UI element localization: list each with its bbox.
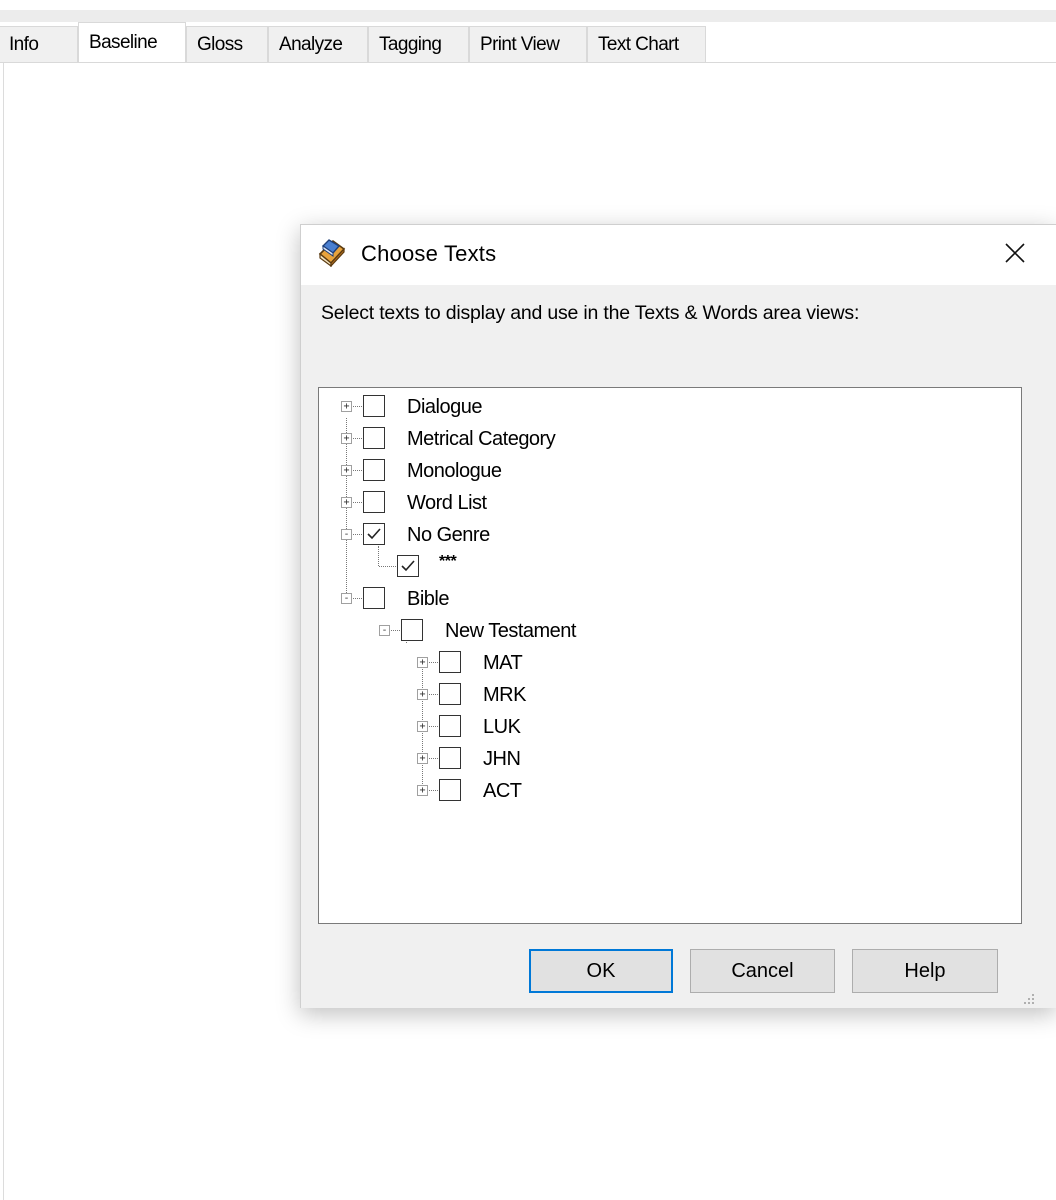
tree-node-label: MAT xyxy=(483,652,523,674)
expand-icon[interactable]: + xyxy=(417,721,428,732)
close-icon xyxy=(1005,242,1025,268)
tab-gloss[interactable]: Gloss xyxy=(186,26,268,62)
collapse-icon[interactable]: - xyxy=(379,625,390,636)
tree-connector xyxy=(429,790,438,791)
tree-checkbox[interactable] xyxy=(439,651,461,673)
tree-connector xyxy=(429,758,438,759)
tab-label: Gloss xyxy=(197,34,243,55)
expand-icon[interactable]: + xyxy=(341,433,352,444)
collapse-icon[interactable]: - xyxy=(341,529,352,540)
tree-checkbox[interactable] xyxy=(363,395,385,417)
expand-icon[interactable]: + xyxy=(341,497,352,508)
tree-connector xyxy=(429,726,438,727)
expand-icon[interactable]: + xyxy=(417,689,428,700)
tree-checkbox-checked[interactable] xyxy=(397,555,419,577)
tree-node-word-list[interactable]: + Word List xyxy=(319,488,619,518)
tree-checkbox-checked[interactable] xyxy=(363,523,385,545)
tree-node-act[interactable]: + ACT xyxy=(319,776,619,806)
expand-icon[interactable]: + xyxy=(417,753,428,764)
tree-node-label: Word List xyxy=(407,492,487,514)
tree-node-label: Monologue xyxy=(407,460,502,482)
tree-node-label: Dialogue xyxy=(407,396,482,418)
tree-connector xyxy=(353,438,362,439)
tree-node-no-genre[interactable]: - No Genre xyxy=(319,520,619,550)
expand-icon[interactable]: + xyxy=(417,785,428,796)
instruction-text: Select texts to display and use in the T… xyxy=(321,302,860,324)
close-button[interactable] xyxy=(991,231,1039,279)
tree-node-dialogue[interactable]: + Dialogue xyxy=(319,392,619,422)
content-left-border xyxy=(3,63,4,1200)
checkmark-icon xyxy=(367,528,381,540)
tree-node-mrk[interactable]: + MRK xyxy=(319,680,619,710)
tree-checkbox[interactable] xyxy=(439,715,461,737)
tree-checkbox[interactable] xyxy=(439,683,461,705)
dialog-title: Choose Texts xyxy=(361,241,497,266)
window-top-bar xyxy=(0,10,1056,22)
help-button[interactable]: Help xyxy=(852,949,998,993)
tree-node-label: *** xyxy=(439,553,457,570)
tree-checkbox[interactable] xyxy=(363,491,385,513)
tree-checkbox[interactable] xyxy=(363,427,385,449)
tree-node-label: LUK xyxy=(483,716,521,738)
tab-label: Baseline xyxy=(89,32,158,53)
resize-grip-icon[interactable] xyxy=(1021,991,1035,1005)
tab-baseline[interactable]: Baseline xyxy=(78,22,186,63)
tree-node-label: Metrical Category xyxy=(407,428,556,450)
tree-node-luk[interactable]: + LUK xyxy=(319,712,619,742)
tree-node-bible[interactable]: - Bible xyxy=(319,584,619,614)
expand-icon[interactable]: + xyxy=(417,657,428,668)
tree-connector xyxy=(429,662,438,663)
tab-analyze[interactable]: Analyze xyxy=(268,26,368,62)
tree-node-monologue[interactable]: + Monologue xyxy=(319,456,619,486)
tab-label: Print View xyxy=(480,34,560,55)
tree-node-new-testament[interactable]: - New Testament xyxy=(319,616,639,646)
tree-checkbox[interactable] xyxy=(363,587,385,609)
tree-node-untitled[interactable]: *** xyxy=(319,552,619,582)
tab-label: Tagging xyxy=(379,34,442,55)
tree-node-metrical-category[interactable]: + Metrical Category xyxy=(319,424,639,454)
tree-connector xyxy=(353,502,362,503)
tree-connector xyxy=(353,470,362,471)
tree-connector xyxy=(379,566,396,567)
dialog-titlebar[interactable]: Choose Texts xyxy=(301,225,1056,285)
tree-connector xyxy=(353,406,362,407)
tree-node-label: New Testament xyxy=(445,620,576,642)
tree-checkbox[interactable] xyxy=(439,779,461,801)
tree-connector xyxy=(429,694,438,695)
tree-node-label: No Genre xyxy=(407,524,490,546)
tree-node-label: MRK xyxy=(483,684,526,706)
tab-label: Info xyxy=(9,34,39,55)
books-icon xyxy=(317,237,347,268)
tree-node-jhn[interactable]: + JHN xyxy=(319,744,619,774)
tree-node-mat[interactable]: + MAT xyxy=(319,648,619,678)
tree-connector xyxy=(353,534,362,535)
tab-info[interactable]: Info xyxy=(0,26,78,62)
tree-node-label: JHN xyxy=(483,748,521,770)
window-top-edge xyxy=(0,0,1056,10)
tab-label: Analyze xyxy=(279,34,343,55)
tree-node-label: ACT xyxy=(483,780,522,802)
tree-connector xyxy=(353,598,362,599)
cancel-button[interactable]: Cancel xyxy=(690,949,835,993)
tab-text-chart[interactable]: Text Chart xyxy=(587,26,706,62)
expand-icon[interactable]: + xyxy=(341,401,352,412)
tree-checkbox[interactable] xyxy=(439,747,461,769)
checkmark-icon xyxy=(401,560,415,572)
texts-tree[interactable]: + Dialogue + Metrical Category + Monolog… xyxy=(318,387,1022,924)
tab-label: Text Chart xyxy=(598,34,679,55)
expand-icon[interactable]: + xyxy=(341,465,352,476)
tree-checkbox[interactable] xyxy=(363,459,385,481)
tab-tagging[interactable]: Tagging xyxy=(368,26,469,62)
tree-connector xyxy=(391,630,400,631)
tab-print-view[interactable]: Print View xyxy=(469,26,587,62)
tab-bar-divider xyxy=(0,62,1056,63)
ok-button[interactable]: OK xyxy=(529,949,673,993)
tree-checkbox[interactable] xyxy=(401,619,423,641)
tree-node-label: Bible xyxy=(407,588,449,610)
choose-texts-dialog: Choose Texts Select texts to display and… xyxy=(300,224,1056,1008)
collapse-icon[interactable]: - xyxy=(341,593,352,604)
